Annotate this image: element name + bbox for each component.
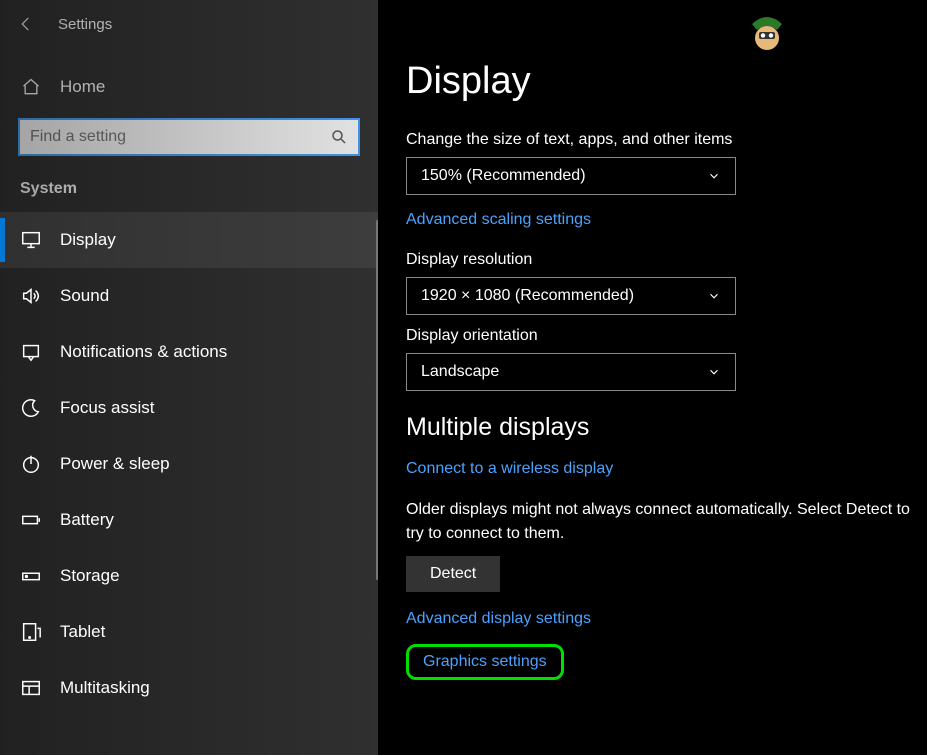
storage-icon <box>20 565 42 587</box>
resolution-label: Display resolution <box>406 251 927 269</box>
moon-icon <box>20 397 42 419</box>
sidebar-item-tablet[interactable]: Tablet <box>0 604 378 660</box>
sidebar-item-label: Multitasking <box>60 678 150 698</box>
chevron-down-icon <box>707 289 721 303</box>
sidebar-item-power-sleep[interactable]: Power & sleep <box>0 436 378 492</box>
chevron-down-icon <box>707 365 721 379</box>
scale-label: Change the size of text, apps, and other… <box>406 131 927 149</box>
scale-value: 150% (Recommended) <box>421 167 586 185</box>
sidebar-section-title: System <box>0 156 378 212</box>
power-icon <box>20 453 42 475</box>
sidebar-item-label: Battery <box>60 510 114 530</box>
sidebar-item-multitasking[interactable]: Multitasking <box>0 660 378 716</box>
detect-button[interactable]: Detect <box>406 556 500 592</box>
sidebar-item-label: Sound <box>60 286 109 306</box>
tablet-icon <box>20 621 42 643</box>
advanced-display-link[interactable]: Advanced display settings <box>406 610 591 628</box>
sidebar: Settings Home System Display Sound <box>0 0 378 755</box>
home-icon <box>20 76 42 98</box>
detect-description: Older displays might not always connect … <box>406 498 926 546</box>
search-icon <box>330 128 348 146</box>
orientation-dropdown[interactable]: Landscape <box>406 353 736 391</box>
window-title: Settings <box>58 16 112 33</box>
sidebar-item-storage[interactable]: Storage <box>0 548 378 604</box>
home-label: Home <box>60 77 105 97</box>
sidebar-item-display[interactable]: Display <box>0 212 378 268</box>
orientation-value: Landscape <box>421 363 499 381</box>
search-input[interactable] <box>30 128 330 146</box>
sidebar-item-label: Focus assist <box>60 398 154 418</box>
sidebar-item-label: Power & sleep <box>60 454 170 474</box>
orientation-label: Display orientation <box>406 327 927 345</box>
monitor-icon <box>20 229 42 251</box>
topbar: Settings <box>0 0 378 48</box>
home-nav[interactable]: Home <box>0 64 378 110</box>
sound-icon <box>20 285 42 307</box>
nav-list: Display Sound Notifications & actions Fo… <box>0 212 378 716</box>
notification-icon <box>20 341 42 363</box>
battery-icon <box>20 509 42 531</box>
resolution-dropdown[interactable]: 1920 × 1080 (Recommended) <box>406 277 736 315</box>
multitask-icon <box>20 677 42 699</box>
avatar <box>747 14 787 54</box>
page-title: Display <box>406 60 927 103</box>
search-box[interactable] <box>18 118 360 156</box>
graphics-settings-highlight: Graphics settings <box>406 644 564 680</box>
chevron-down-icon <box>707 169 721 183</box>
sidebar-item-focus-assist[interactable]: Focus assist <box>0 380 378 436</box>
sidebar-item-notifications[interactable]: Notifications & actions <box>0 324 378 380</box>
main-pane: Display Change the size of text, apps, a… <box>378 0 927 755</box>
multiple-displays-header: Multiple displays <box>406 413 927 442</box>
back-arrow-icon <box>17 15 35 33</box>
advanced-scaling-link[interactable]: Advanced scaling settings <box>406 211 591 229</box>
back-button[interactable] <box>12 10 40 38</box>
sidebar-item-label: Notifications & actions <box>60 342 227 362</box>
resolution-value: 1920 × 1080 (Recommended) <box>421 287 634 305</box>
sidebar-item-label: Storage <box>60 566 120 586</box>
wireless-display-link[interactable]: Connect to a wireless display <box>406 460 613 478</box>
sidebar-item-label: Display <box>60 230 116 250</box>
sidebar-item-label: Tablet <box>60 622 105 642</box>
graphics-settings-link[interactable]: Graphics settings <box>423 653 547 671</box>
scale-dropdown[interactable]: 150% (Recommended) <box>406 157 736 195</box>
sidebar-item-battery[interactable]: Battery <box>0 492 378 548</box>
sidebar-item-sound[interactable]: Sound <box>0 268 378 324</box>
